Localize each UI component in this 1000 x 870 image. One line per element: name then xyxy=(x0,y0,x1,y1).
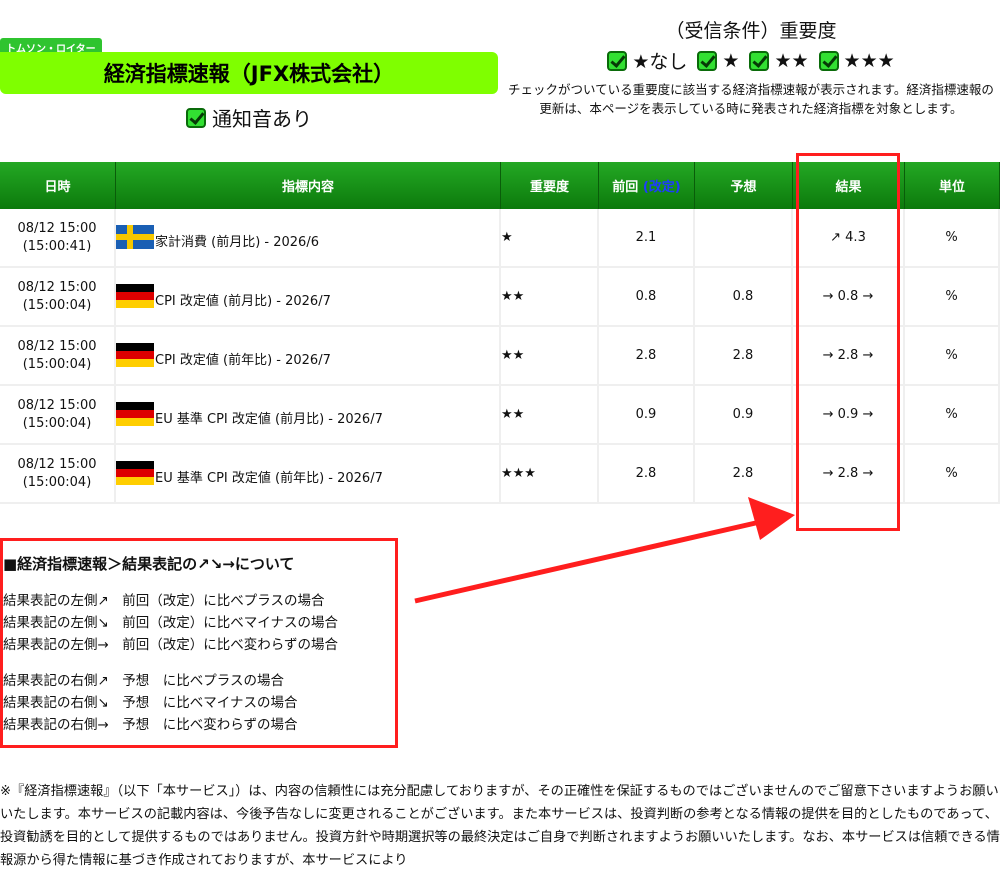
row-indicator: 家計消費 (前月比) - 2026/6 xyxy=(116,209,501,268)
result-column-highlight xyxy=(796,153,900,531)
legend-line: 結果表記の左側↗ 前回（改定）に比べプラスの場合 xyxy=(3,593,325,609)
checkbox-checked-icon[interactable] xyxy=(697,50,718,71)
disclaimer-text: ※『経済指標速報』（以下「本サービス」）は、内容の信頼性には充分配慮しております… xyxy=(0,784,1000,868)
germany-flag-icon xyxy=(116,402,154,426)
row-importance: ★ xyxy=(501,209,599,268)
importance-1-checkbox[interactable]: ★ xyxy=(697,50,739,72)
page-title: 経済指標速報（JFX株式会社） xyxy=(0,52,498,94)
row-indicator: EU 基準 CPI 改定値 (前年比) - 2026/7 xyxy=(116,445,501,504)
arrow-shaft xyxy=(414,519,761,604)
legend-line: 結果表記の右側↗ 予想 に比べプラスの場合 xyxy=(3,673,285,689)
row-importance: ★★ xyxy=(501,327,599,386)
row-prev: 0.8 xyxy=(599,268,695,327)
col-prev: 前回 (改定) xyxy=(599,162,695,209)
row-importance: ★★★ xyxy=(501,445,599,504)
row-datetime: 08/12 15:00 (15:00:04) xyxy=(0,445,116,504)
row-prev: 2.1 xyxy=(599,209,695,268)
sound-toggle[interactable]: 通知音あり xyxy=(0,103,498,132)
prev-revised-label: (改定) xyxy=(642,180,681,195)
germany-flag-icon xyxy=(116,284,154,308)
col-forecast: 予想 xyxy=(695,162,793,209)
row-forecast: 2.8 xyxy=(695,327,793,386)
row-datetime: 08/12 15:00 (15:00:04) xyxy=(0,268,116,327)
legend-line: 結果表記の右側→ 予想 に比べ変わらずの場合 xyxy=(3,717,298,733)
row-unit: % xyxy=(905,209,1000,268)
row-prev: 2.8 xyxy=(599,445,695,504)
col-datetime: 日時 xyxy=(0,162,116,209)
row-unit: % xyxy=(905,327,1000,386)
header-left-panel: トムソン・ロイター 経済指標速報（JFX株式会社） 通知音あり xyxy=(0,8,498,158)
row-forecast: 0.9 xyxy=(695,386,793,445)
row-indicator: CPI 改定値 (前年比) - 2026/7 xyxy=(116,327,501,386)
row-importance: ★★ xyxy=(501,386,599,445)
row-importance: ★★ xyxy=(501,268,599,327)
importance-filter: ★なし ★ ★★ ★★★ xyxy=(502,47,1000,74)
checkbox-checked-icon[interactable] xyxy=(607,50,628,71)
checkbox-checked-icon[interactable] xyxy=(186,107,206,128)
row-forecast: 2.8 xyxy=(695,445,793,504)
legend-title: ■経済指標速報＞結果表記の↗↘→について xyxy=(3,555,295,573)
row-unit: % xyxy=(905,386,1000,445)
row-prev: 0.9 xyxy=(599,386,695,445)
row-forecast: 0.8 xyxy=(695,268,793,327)
row-unit: % xyxy=(905,268,1000,327)
conditions-note: チェックがついている重要度に該当する経済指標速報が表示されます。経済指標速報の更… xyxy=(508,82,994,116)
checkbox-checked-icon[interactable] xyxy=(818,50,839,71)
row-indicator: EU 基準 CPI 改定値 (前月比) - 2026/7 xyxy=(116,386,501,445)
col-indicator: 指標内容 xyxy=(116,162,501,209)
germany-flag-icon xyxy=(116,461,154,485)
importance-2-checkbox[interactable]: ★★ xyxy=(749,50,809,72)
sweden-flag-icon xyxy=(116,225,154,249)
legend-line: 結果表記の左側→ 前回（改定）に比べ変わらずの場合 xyxy=(3,637,339,653)
legend-line: 結果表記の左側↘ 前回（改定）に比べマイナスの場合 xyxy=(3,615,339,631)
legend-line: 結果表記の右側↘ 予想 に比べマイナスの場合 xyxy=(3,695,298,711)
row-datetime: 08/12 15:00 (15:00:04) xyxy=(0,386,116,445)
importance-none-checkbox[interactable]: ★なし xyxy=(607,47,687,74)
result-notation-legend: ■経済指標速報＞結果表記の↗↘→について 結果表記の左側↗ 前回（改定）に比べプ… xyxy=(0,538,398,748)
receive-conditions-panel: （受信条件）重要度 ★なし ★ ★★ ★★★ チェックがついている重要度に該当す… xyxy=(502,8,1000,158)
importance-3-checkbox[interactable]: ★★★ xyxy=(818,50,895,72)
row-unit: % xyxy=(905,445,1000,504)
row-indicator: CPI 改定値 (前月比) - 2026/7 xyxy=(116,268,501,327)
row-forecast xyxy=(695,209,793,268)
conditions-title: （受信条件）重要度 xyxy=(665,20,837,42)
checkbox-checked-icon[interactable] xyxy=(749,50,770,71)
col-importance: 重要度 xyxy=(501,162,599,209)
row-datetime: 08/12 15:00 (15:00:41) xyxy=(0,209,116,268)
sound-label: 通知音あり xyxy=(212,107,312,131)
row-datetime: 08/12 15:00 (15:00:04) xyxy=(0,327,116,386)
germany-flag-icon xyxy=(116,343,154,367)
row-prev: 2.8 xyxy=(599,327,695,386)
col-unit: 単位 xyxy=(905,162,1000,209)
